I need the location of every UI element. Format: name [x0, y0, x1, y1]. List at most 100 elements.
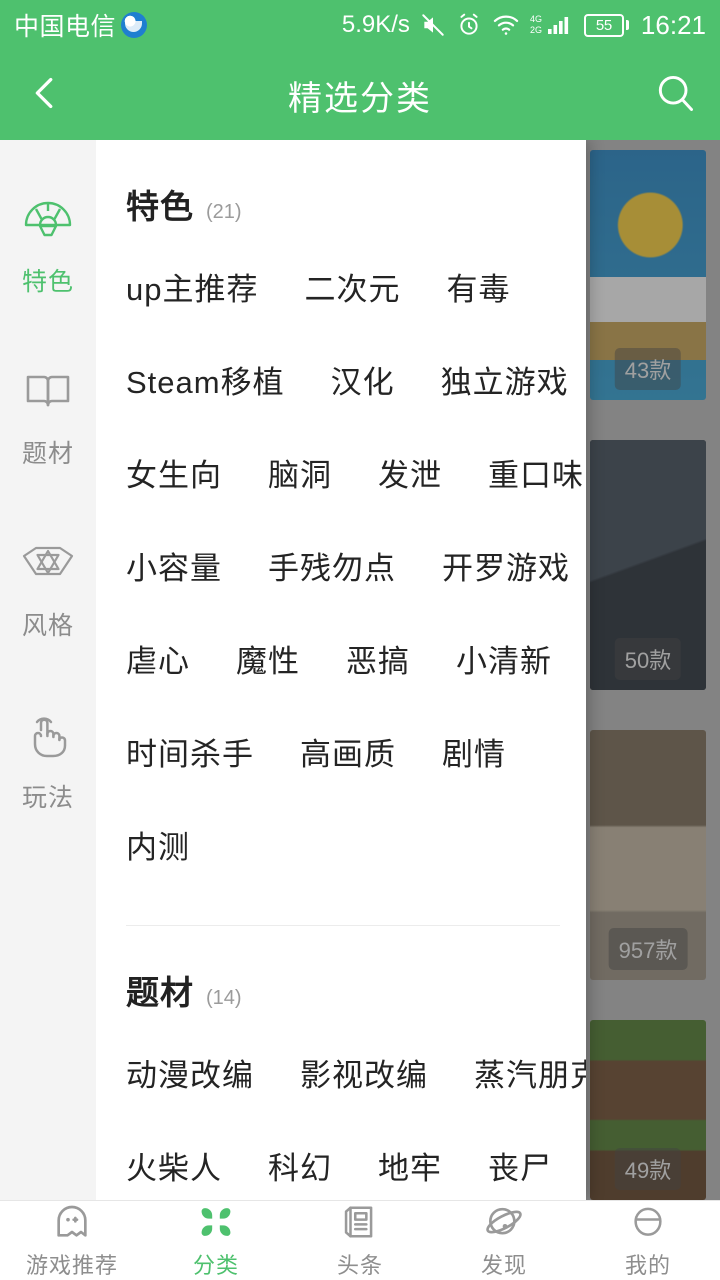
carrier-name: 中国电信	[14, 13, 117, 41]
tag-rows: 动漫改编 影视改编 蒸汽朋克 火柴人 科幻 地牢 丧尸	[126, 1026, 586, 1200]
sidebar-item-label: 特色	[21, 268, 74, 296]
nav-item-game-recommend[interactable]: 游戏推荐	[0, 1201, 144, 1280]
section-header: 特色 (21)	[126, 144, 560, 240]
grid-category-icon	[195, 1201, 237, 1242]
nav-item-label: 我的	[624, 1253, 671, 1278]
section-header: 题材 (14)	[126, 930, 560, 1026]
tag-row: 女生向 脑洞 发泄 重口味	[126, 426, 583, 519]
tag-item[interactable]: 发泄	[378, 450, 442, 495]
search-button[interactable]	[630, 50, 720, 140]
tag-item[interactable]: 独立游戏	[441, 357, 569, 402]
tag-item[interactable]: 蒸汽朋克	[474, 1050, 586, 1095]
gem-star-icon	[21, 538, 75, 592]
section-count-text: (21)	[206, 201, 242, 223]
nav-item-label: 发现	[480, 1253, 527, 1278]
tag-item[interactable]: Steam移植	[126, 357, 285, 402]
category-drawer: 特色 题材 风格 玩法 特色 (21) up主推荐 二次元 有毒 Steam移植…	[0, 140, 586, 1200]
tag-item[interactable]: 重口味	[488, 450, 584, 495]
tag-item[interactable]: 时间杀手	[126, 729, 254, 774]
clock-time: 16:21	[640, 9, 706, 40]
tag-row: 内测	[126, 798, 560, 891]
back-arrow-icon	[22, 70, 68, 121]
tag-item[interactable]: 小容量	[126, 543, 222, 588]
back-button[interactable]	[0, 50, 90, 140]
battery-cap-icon	[625, 20, 629, 30]
tag-item[interactable]: 内测	[126, 822, 190, 867]
tag-item[interactable]: 恶搞	[346, 636, 410, 681]
battery-level: 55	[583, 13, 624, 37]
ghost-icon	[51, 1201, 93, 1242]
sidebar-item-label: 风格	[21, 612, 74, 640]
nav-item-label: 游戏推荐	[25, 1253, 118, 1278]
network-speed: 5.9K/s	[341, 11, 410, 38]
tag-row: 火柴人 科幻 地牢 丧尸	[126, 1119, 560, 1200]
sidebar-item-fengge[interactable]: 风格	[0, 504, 96, 676]
tag-rows: up主推荐 二次元 有毒 Steam移植 汉化 独立游戏 女生向 脑洞 发泄 重…	[126, 240, 583, 891]
tag-item[interactable]: 动漫改编	[126, 1050, 254, 1095]
category-section: 题材 (14) 动漫改编 影视改编 蒸汽朋克 火柴人 科幻 地牢 丧尸	[126, 926, 586, 1200]
section-title-text: 题材	[126, 974, 194, 1011]
page-title: 精选分类	[288, 79, 432, 118]
nav-item-headlines[interactable]: 头条	[288, 1201, 432, 1280]
tag-row: up主推荐 二次元 有毒	[126, 240, 560, 333]
tag-item[interactable]: 丧尸	[488, 1143, 552, 1188]
tag-item[interactable]: 影视改编	[300, 1050, 428, 1095]
tag-item[interactable]: 地牢	[378, 1143, 442, 1188]
nav-item-discover[interactable]: 发现	[432, 1201, 576, 1280]
tag-item[interactable]: 二次元	[304, 264, 400, 309]
telecom-logo-icon	[121, 12, 148, 38]
app-header: 精选分类	[0, 50, 720, 140]
nav-item-category[interactable]: 分类	[144, 1201, 288, 1280]
sidebar-item-label: 玩法	[21, 784, 74, 812]
tag-row: 虐心 魔性 恶搞 小清新	[126, 612, 560, 705]
sidebar-item-label: 题材	[21, 440, 74, 468]
section-title-text: 特色	[126, 188, 194, 225]
news-icon	[339, 1201, 381, 1242]
nav-item-label: 头条	[336, 1253, 383, 1278]
tag-item[interactable]: 手残勿点	[268, 543, 396, 588]
sidebar-item-tese[interactable]: 特色	[0, 160, 96, 332]
section-count-text: (14)	[206, 987, 242, 1009]
tag-item[interactable]: 虐心	[126, 636, 190, 681]
tag-item[interactable]: 剧情	[442, 729, 506, 774]
sidebar-item-wanfa[interactable]: 玩法	[0, 676, 96, 848]
sidebar-item-ticai[interactable]: 题材	[0, 332, 96, 504]
status-bar-right-group: 5.9K/s 4G 2G 55 16:21	[342, 10, 706, 41]
user-profile-icon	[627, 1201, 669, 1242]
svg-text:2G: 2G	[530, 25, 542, 35]
tag-item[interactable]: up主推荐	[126, 264, 258, 309]
category-sidebar: 特色 题材 风格 玩法	[0, 140, 96, 1200]
alarm-clock-icon	[456, 12, 482, 38]
bottom-navigation: 游戏推荐 分类 头条 发现 我的	[0, 1200, 720, 1280]
tag-item[interactable]: 高画质	[300, 729, 396, 774]
battery-indicator: 55	[583, 13, 629, 37]
mute-icon	[420, 12, 446, 38]
open-book-icon	[21, 366, 75, 420]
svg-text:4G: 4G	[530, 14, 542, 24]
tag-item[interactable]: 汉化	[331, 357, 395, 402]
tag-item[interactable]: 脑洞	[268, 450, 332, 495]
status-bar: 中国电信 5.9K/s 4G 2G 55 16:21	[0, 0, 720, 50]
tag-item[interactable]: 女生向	[126, 450, 222, 495]
app-root: 中国电信 5.9K/s 4G 2G 55 16:21 精选分类 43款 50款 …	[0, 0, 720, 1280]
fan-shell-icon	[21, 194, 75, 248]
tag-item[interactable]: 开罗游戏	[442, 543, 570, 588]
search-icon	[653, 71, 697, 120]
tag-item[interactable]: 科幻	[268, 1143, 332, 1188]
tap-hand-icon	[21, 710, 75, 764]
signal-4g-2g-icon: 4G 2G	[530, 12, 574, 38]
tag-row: 时间杀手 高画质 剧情	[126, 705, 560, 798]
tag-item[interactable]: 小清新	[456, 636, 552, 681]
nav-item-mine[interactable]: 我的	[576, 1201, 720, 1280]
tag-item[interactable]: 火柴人	[126, 1143, 222, 1188]
nav-item-label: 分类	[192, 1253, 239, 1278]
category-section: 特色 (21) up主推荐 二次元 有毒 Steam移植 汉化 独立游戏 女生向…	[126, 140, 583, 891]
tag-item[interactable]: 魔性	[236, 636, 300, 681]
planet-icon	[483, 1201, 525, 1242]
tag-item[interactable]: 有毒	[446, 264, 510, 309]
wifi-icon	[492, 13, 520, 37]
category-content-list[interactable]: 特色 (21) up主推荐 二次元 有毒 Steam移植 汉化 独立游戏 女生向…	[96, 140, 586, 1200]
tag-row: Steam移植 汉化 独立游戏	[126, 333, 568, 426]
tag-row: 小容量 手残勿点 开罗游戏	[126, 519, 569, 612]
tag-row: 动漫改编 影视改编 蒸汽朋克	[126, 1026, 586, 1119]
